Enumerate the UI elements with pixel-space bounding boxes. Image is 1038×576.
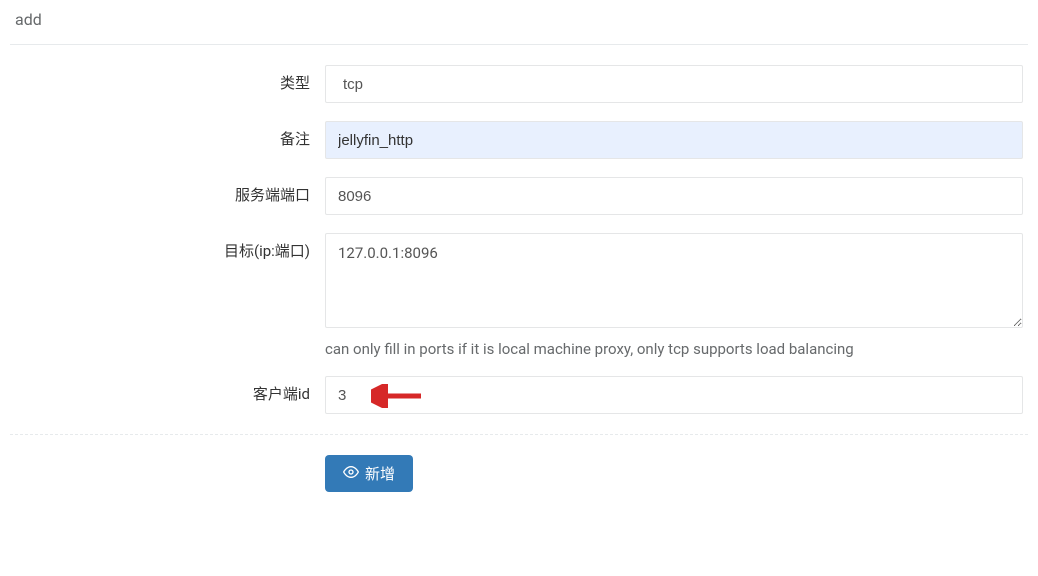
server-port-label: 服务端端口 bbox=[10, 177, 325, 205]
type-label: 类型 bbox=[10, 65, 325, 93]
remark-label: 备注 bbox=[10, 121, 325, 149]
remark-input[interactable] bbox=[325, 121, 1023, 159]
form-group-type: 类型 tcp bbox=[10, 65, 1028, 103]
form-group-client-id: 客户端id bbox=[10, 376, 1028, 414]
eye-icon bbox=[343, 464, 359, 484]
form-group-target: 目标(ip:端口) can only fill in ports if it i… bbox=[10, 233, 1028, 358]
target-textarea[interactable] bbox=[325, 233, 1023, 328]
client-id-label: 客户端id bbox=[10, 376, 325, 404]
form-group-remark: 备注 bbox=[10, 121, 1028, 159]
target-help-text: can only fill in ports if it is local ma… bbox=[325, 340, 1023, 358]
client-id-input[interactable] bbox=[325, 376, 1023, 414]
submit-button[interactable]: 新增 bbox=[325, 455, 413, 492]
target-label: 目标(ip:端口) bbox=[10, 233, 325, 261]
divider bbox=[10, 434, 1028, 435]
form-group-server-port: 服务端端口 bbox=[10, 177, 1028, 215]
type-select[interactable]: tcp bbox=[325, 65, 1023, 103]
page-title: add bbox=[10, 0, 1028, 45]
server-port-input[interactable] bbox=[325, 177, 1023, 215]
submit-button-label: 新增 bbox=[365, 463, 395, 484]
